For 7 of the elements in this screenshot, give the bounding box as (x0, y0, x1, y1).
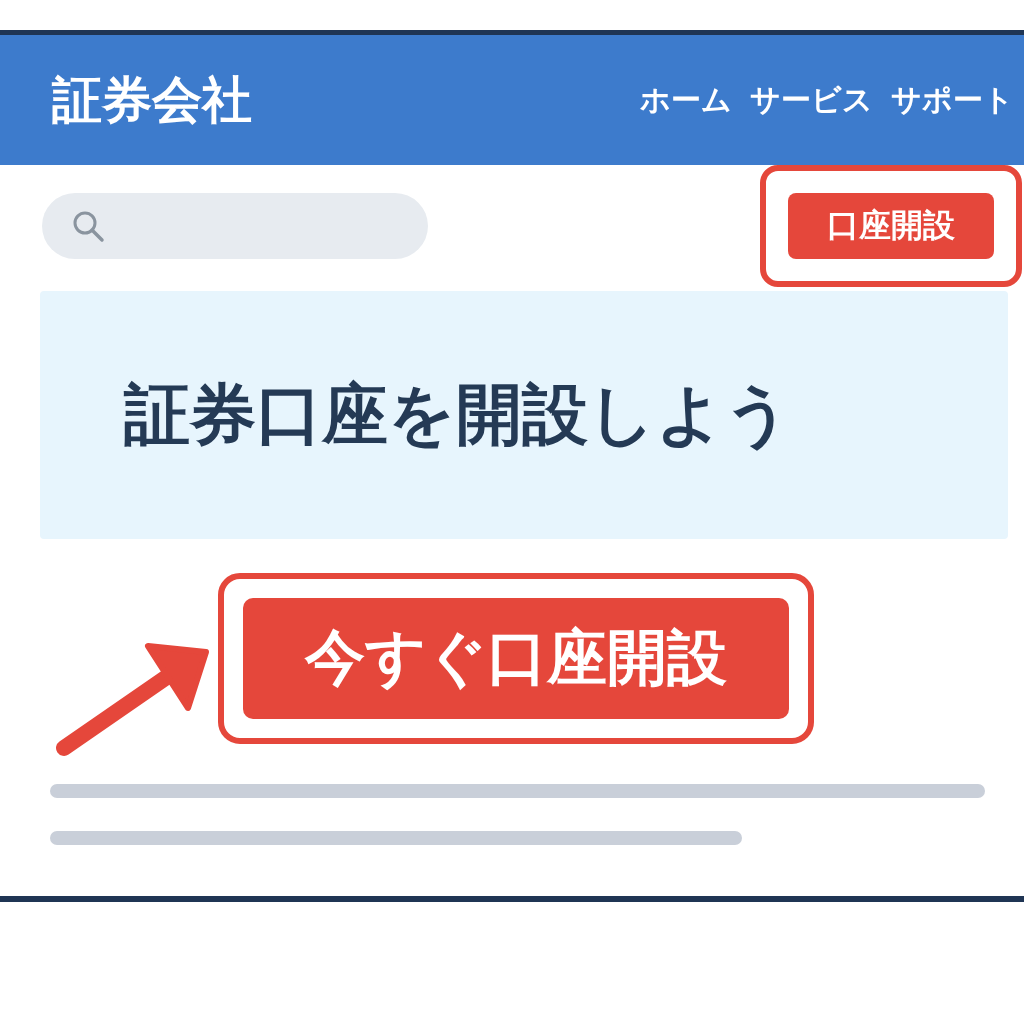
site-title: 証券会社 (52, 69, 252, 131)
cta-button[interactable]: 今すぐ口座開設 (243, 598, 789, 719)
nav-link[interactable]: ホーム (640, 79, 732, 121)
hero-heading: 証券口座を開設しよう (124, 375, 792, 455)
nav-link[interactable]: サポート (891, 79, 1014, 121)
nav-link[interactable]: サービス (750, 79, 873, 121)
open-account-button[interactable]: 口座開設 (788, 193, 994, 259)
